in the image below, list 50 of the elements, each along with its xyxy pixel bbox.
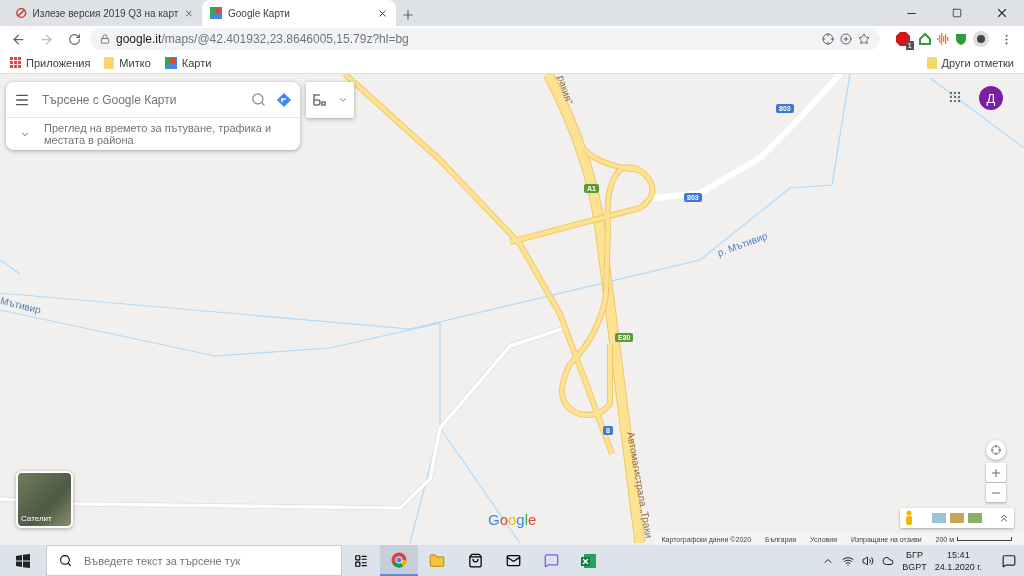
cloud-icon[interactable] (882, 554, 895, 567)
language-indicator[interactable]: БГР BGPT (902, 548, 927, 573)
apps-grid-icon[interactable] (948, 90, 962, 104)
clock[interactable]: 15:41 24.1.2020 г. (934, 548, 982, 573)
close-icon[interactable] (377, 7, 388, 19)
logo: Google (488, 511, 537, 528)
search-field[interactable]: Въведете текст за търсене тук (82, 553, 329, 568)
zoom-out-button[interactable] (986, 483, 1006, 502)
shield-icon[interactable] (954, 32, 968, 46)
plus-icon (990, 466, 1002, 479)
zoom-in-button[interactable] (986, 463, 1006, 482)
apps-grid-icon (10, 57, 21, 68)
star-icon[interactable] (858, 33, 870, 45)
avatar[interactable]: Д (979, 86, 1003, 110)
notification-icon[interactable] (1002, 553, 1016, 568)
bookmark[interactable]: Митко (104, 56, 151, 69)
taskbar-search-bar[interactable]: Въведете текст за търсене тук (46, 545, 342, 576)
sound-wave-icon[interactable] (936, 32, 950, 46)
extension-badge: 1 (905, 41, 914, 50)
search-icon[interactable] (59, 554, 72, 567)
search-field[interactable]: Търсене с Google Карти (40, 91, 241, 108)
caret-icon (338, 95, 348, 105)
scale-bar (957, 537, 1012, 541)
map-type-button[interactable] (306, 82, 354, 118)
folder-icon (926, 56, 937, 69)
speaker-icon[interactable] (862, 554, 875, 567)
expand-icon[interactable] (998, 512, 1010, 524)
blocked-icon (16, 7, 27, 19)
layers-icon (312, 94, 326, 106)
my-location-button[interactable] (986, 440, 1006, 460)
add-icon[interactable] (840, 33, 852, 45)
browser-tab[interactable]: Излезе версия 2019 Q3 на карт (8, 0, 202, 26)
home-icon[interactable] (918, 32, 932, 46)
lock-icon (100, 34, 110, 44)
bookmark[interactable]: Карти (164, 56, 212, 69)
road-label: ракия“ (555, 74, 576, 106)
location-icon[interactable] (822, 33, 834, 45)
bookmark[interactable]: Други отметки (926, 56, 1014, 69)
browser-tab[interactable]: Google Карти (202, 0, 396, 26)
address-bar[interactable]: google.it/maps/@42.401932,23.8646005,15.79z?hl=bg (90, 28, 880, 50)
pegman-icon[interactable] (904, 510, 914, 526)
bookmark[interactable]: Приложения (10, 56, 91, 69)
wifi-icon[interactable] (842, 554, 855, 567)
map-pin-icon (164, 56, 177, 69)
map-pin-icon (210, 7, 222, 19)
explore-toggle[interactable]: Преглед на времето за пътуване, трафика и местата в района (6, 118, 300, 150)
profile-icon[interactable] (972, 30, 990, 48)
location-icon (991, 445, 1001, 455)
folder-icon (104, 56, 115, 69)
satellite-layer-button[interactable]: Сателит (16, 471, 73, 528)
